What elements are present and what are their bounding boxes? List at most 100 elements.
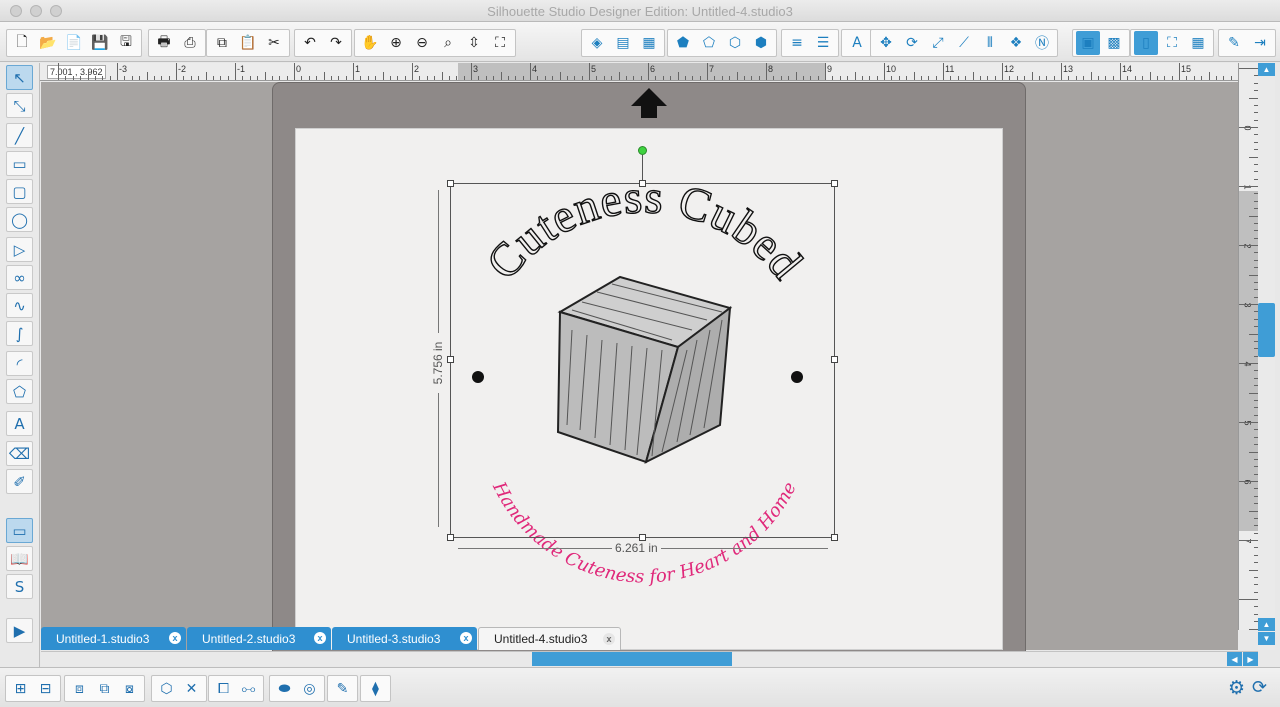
resize-handle-bm[interactable] [639,534,646,541]
line-tool-icon[interactable]: ╱ [6,123,33,148]
print-icon[interactable]: 🖶 [152,31,176,55]
scale-icon[interactable]: ⤢ [926,31,950,55]
3d-icon[interactable]: ⬡ [155,677,178,700]
offset-ring-icon[interactable]: ◎ [298,677,321,700]
align-icon[interactable]: ⫴ [978,31,1002,55]
save-as-icon[interactable]: 🖫 [114,31,138,55]
release-compound-icon[interactable]: ⧉ [93,677,116,700]
eraser-tool-icon[interactable]: ⌫ [6,441,33,466]
tab-close-icon[interactable]: x [314,632,326,644]
ungroup-icon[interactable]: ⊟ [34,677,57,700]
scroll-up-arrow-icon[interactable]: ▲ [1258,63,1275,76]
send-print-icon[interactable]: ⎙ [178,31,202,55]
fit-page-icon[interactable]: ⛶ [488,31,512,55]
replicate-icon[interactable]: ❖ [1004,31,1028,55]
zoom-in-icon[interactable]: ⊕ [384,31,408,55]
horizontal-scroll-thumb[interactable] [532,652,732,666]
text-tool-icon[interactable]: A [6,411,33,436]
new-file-icon[interactable]: 🗋 [10,31,34,55]
scroll-down-arrow-icon-2[interactable]: ▼ [1258,632,1275,645]
zoom-select-icon[interactable]: ⌕ [436,31,460,55]
ellipse-tool-icon[interactable]: ◯ [6,207,33,232]
tab-untitled-3[interactable]: Untitled-3.studio3 x [332,627,477,650]
line-color-icon[interactable]: ⬟ [671,31,695,55]
smooth-freehand-icon[interactable]: ∫ [6,321,33,346]
resize-handle-tl[interactable] [447,180,454,187]
save-icon[interactable]: 💾 [88,31,112,55]
resize-handle-mr[interactable] [831,356,838,363]
scroll-down-arrow-icon[interactable]: ▲ [1258,618,1275,631]
shadow-icon[interactable]: ⬡ [723,31,747,55]
select-tool-icon[interactable]: ↖ [6,65,33,90]
line-style-icon[interactable]: ⬠ [697,31,721,55]
fill-color-icon[interactable]: ◈ [585,31,609,55]
sync-icon[interactable]: ⟳ [1252,677,1267,698]
freehand-tool-icon[interactable]: ∿ [6,293,33,318]
trace-bottom-icon[interactable]: ✎ [331,677,354,700]
redo-icon[interactable]: ↷ [324,31,348,55]
resize-handle-br[interactable] [831,534,838,541]
nest-icon[interactable]: Ⓝ [1030,31,1054,55]
fill-pattern-icon[interactable]: ⬬ [273,677,296,700]
cut-settings-icon[interactable]: ⧫ [364,677,387,700]
group-icon[interactable]: ⊞ [9,677,32,700]
resize-handle-bl[interactable] [447,534,454,541]
regular-polygon-icon[interactable]: ⬠ [6,379,33,404]
knife-tool-icon[interactable]: ✐ [6,469,33,494]
tab-close-icon[interactable]: x [603,633,615,645]
text-style-icon[interactable]: A [845,31,869,55]
resize-handle-tr[interactable] [831,180,838,187]
bring-forward-icon[interactable]: ⧠ [212,677,235,700]
copy-icon[interactable]: ⧉ [210,31,234,55]
pattern-icon[interactable]: ▦ [637,31,661,55]
rectangle-tool-icon[interactable]: ▭ [6,151,33,176]
gradient-icon[interactable]: ▤ [611,31,635,55]
transform-icon[interactable]: ✥ [874,31,898,55]
resize-handle-ml[interactable] [447,356,454,363]
line-dash-icon[interactable]: ☰ [811,31,835,55]
sketch-icon[interactable]: ⬢ [749,31,773,55]
weld-icon[interactable]: ⧇ [118,677,141,700]
tab-untitled-4[interactable]: Untitled-4.studio3 x [478,627,621,650]
undo-icon[interactable]: ↶ [298,31,322,55]
settings-gear-icon[interactable]: ⚙ [1228,677,1245,699]
grid-icon[interactable]: ▦ [1186,31,1210,55]
page-setup-icon[interactable]: ▯ [1134,31,1158,55]
scroll-right-arrow-icon[interactable]: ▶ [1243,652,1258,666]
registration-icon[interactable]: ⛶ [1160,31,1184,55]
send-backward-icon[interactable]: ⧟ [237,677,260,700]
library-icon[interactable]: 📄 [62,31,86,55]
rounded-rect-tool-icon[interactable]: ▢ [6,179,33,204]
online-store-icon[interactable]: S [6,574,33,599]
scroll-left-arrow-icon[interactable]: ◀ [1227,652,1242,666]
drag-zoom-icon[interactable]: ⇳ [462,31,486,55]
rotate-handle[interactable] [638,146,647,155]
cut-icon[interactable]: ✂ [262,31,286,55]
arc-tool-icon[interactable]: ◜ [6,351,33,376]
tab-close-icon[interactable]: x [169,632,181,644]
library-panel-icon[interactable]: 📖 [6,546,33,571]
silhouette-store-icon[interactable]: ⇥ [1248,31,1272,55]
offset-icon[interactable]: ▣ [1076,31,1100,55]
line-width-icon[interactable]: ≡ [785,31,809,55]
tab-close-icon[interactable]: x [460,632,472,644]
design-page-icon[interactable]: ▭ [6,518,33,543]
compound-path-icon[interactable]: ⧈ [68,677,91,700]
crop-icon[interactable]: ✕ [180,677,203,700]
curve-tool-icon[interactable]: ∞ [6,265,33,290]
open-file-icon[interactable]: 📂 [36,31,60,55]
tab-untitled-1[interactable]: Untitled-1.studio3 x [41,627,186,650]
pan-icon[interactable]: ✋ [358,31,382,55]
zoom-out-icon[interactable]: ⊖ [410,31,434,55]
tab-untitled-2[interactable]: Untitled-2.studio3 x [187,627,331,650]
rotate-icon[interactable]: ⟳ [900,31,924,55]
resize-handle-tm[interactable] [639,180,646,187]
vertical-scroll-thumb[interactable] [1258,303,1275,357]
shear-icon[interactable]: ⟋ [952,31,976,55]
paste-icon[interactable]: 📋 [236,31,260,55]
expand-panel-icon[interactable]: ▶ [6,618,33,643]
polygon-tool-icon[interactable]: ▷ [6,237,33,262]
edit-points-icon[interactable]: ⤡ [6,93,33,118]
trace-icon[interactable]: ▩ [1102,31,1126,55]
send-silhouette-icon[interactable]: ✎ [1222,31,1246,55]
